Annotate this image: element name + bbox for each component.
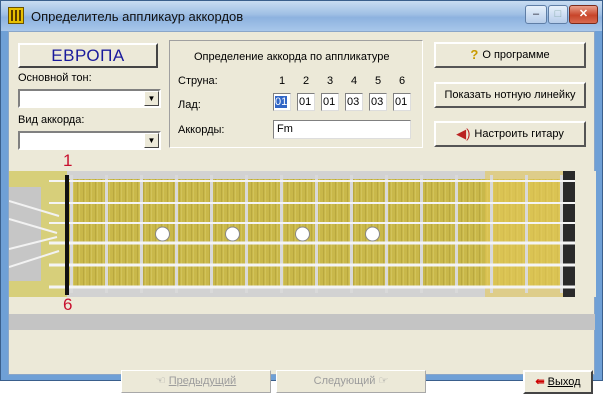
hand-right-icon: ☞	[375, 375, 389, 387]
fret-input-string-2[interactable]: 01	[297, 93, 315, 111]
about-label: О программе	[482, 49, 550, 61]
chevron-down-icon[interactable]: ▼	[144, 133, 159, 148]
fret-input-string-5[interactable]: 03	[369, 93, 387, 111]
fret-wire	[245, 175, 248, 293]
main-window: Определитель аппликаур аккордов – □ ✕ ЕВ…	[0, 0, 603, 394]
chord-type-label: Вид аккорда:	[18, 114, 85, 126]
exit-button[interactable]: ⇚ Выход	[523, 370, 593, 394]
previous-button[interactable]: ☜ Предыдущий	[121, 370, 271, 393]
fret-inlay-dot	[295, 226, 310, 242]
fretboard-svg	[9, 171, 596, 297]
speaker-icon: ◀)	[456, 126, 471, 142]
nut-area	[9, 187, 41, 281]
chevron-down-icon[interactable]: ▼	[144, 91, 159, 106]
string-6-marker: 6	[63, 295, 73, 314]
background	[575, 171, 596, 297]
fret-input-string-6[interactable]: 01	[393, 93, 411, 111]
next-label: Следующий	[313, 375, 376, 387]
hand-left-icon: ☜	[155, 375, 169, 387]
next-button[interactable]: Следующий ☞	[276, 370, 426, 393]
string-label: Струна:	[178, 75, 218, 87]
fret-wire	[490, 175, 493, 293]
region-europe-button[interactable]: ЕВРОПА	[18, 43, 158, 68]
fret-wire	[350, 175, 353, 293]
group-title: Определение аккорда по аппликатуре	[194, 51, 390, 63]
chords-label: Аккорды:	[178, 124, 225, 136]
barre-line	[65, 175, 69, 295]
fret-wire	[560, 175, 563, 293]
fret-inlay-dot	[155, 226, 170, 242]
root-note-label: Основной тон:	[18, 72, 92, 84]
fret-label: Лад:	[178, 99, 201, 111]
chord-type-select[interactable]: ▼	[18, 131, 161, 150]
maximize-button[interactable]: □	[548, 5, 568, 24]
exit-door-icon: ⇚	[535, 376, 548, 388]
fret-wire	[315, 175, 318, 293]
title-bar: Определитель аппликаур аккордов – □ ✕	[1, 1, 602, 31]
fretboard-scrollbar[interactable]	[9, 314, 595, 330]
fret-inlay-dot	[365, 226, 380, 242]
chord-detect-group: Определение аккорда по аппликатуре Струн…	[169, 40, 423, 148]
tune-label: Настроить гитару	[474, 128, 564, 140]
fret-wire	[70, 175, 73, 293]
fret-wire	[280, 175, 283, 293]
string-number: 6	[398, 75, 406, 87]
fret-inlay-dot	[225, 226, 240, 242]
string-1-marker: 1	[63, 151, 73, 170]
string-number: 1	[278, 75, 286, 87]
string-number: 3	[326, 75, 334, 87]
fret-wire	[210, 175, 213, 293]
chord-result-field[interactable]: Fm	[273, 120, 411, 139]
fret-wire	[385, 175, 388, 293]
help-icon: ?	[470, 47, 479, 63]
minimize-button[interactable]: –	[525, 5, 547, 24]
fret-wire	[175, 175, 178, 293]
exit-label: Выход	[547, 376, 581, 388]
tune-guitar-button[interactable]: ◀) Настроить гитару	[434, 121, 586, 147]
fret-input-string-1[interactable]: 01	[273, 93, 291, 111]
about-button[interactable]: ? О программе	[434, 42, 586, 68]
window-title: Определитель аппликаур аккордов	[31, 9, 244, 24]
app-icon	[8, 7, 24, 24]
fret-wire	[420, 175, 423, 293]
fret-wire	[140, 175, 143, 293]
string-number: 4	[350, 75, 358, 87]
show-notation-button[interactable]: Показать нотную линейку	[434, 82, 586, 108]
previous-label: Предыдущий	[168, 375, 237, 387]
fret-wire	[455, 175, 458, 293]
string-number: 2	[302, 75, 310, 87]
close-button[interactable]: ✕	[569, 5, 598, 24]
fret-input-string-4[interactable]: 03	[345, 93, 363, 111]
fret-input-string-3[interactable]: 01	[321, 93, 339, 111]
string-number: 5	[374, 75, 382, 87]
fret-wire	[525, 175, 528, 293]
fretboard[interactable]	[9, 171, 596, 297]
fret-wire	[105, 175, 108, 293]
root-note-select[interactable]: ▼	[18, 89, 161, 108]
